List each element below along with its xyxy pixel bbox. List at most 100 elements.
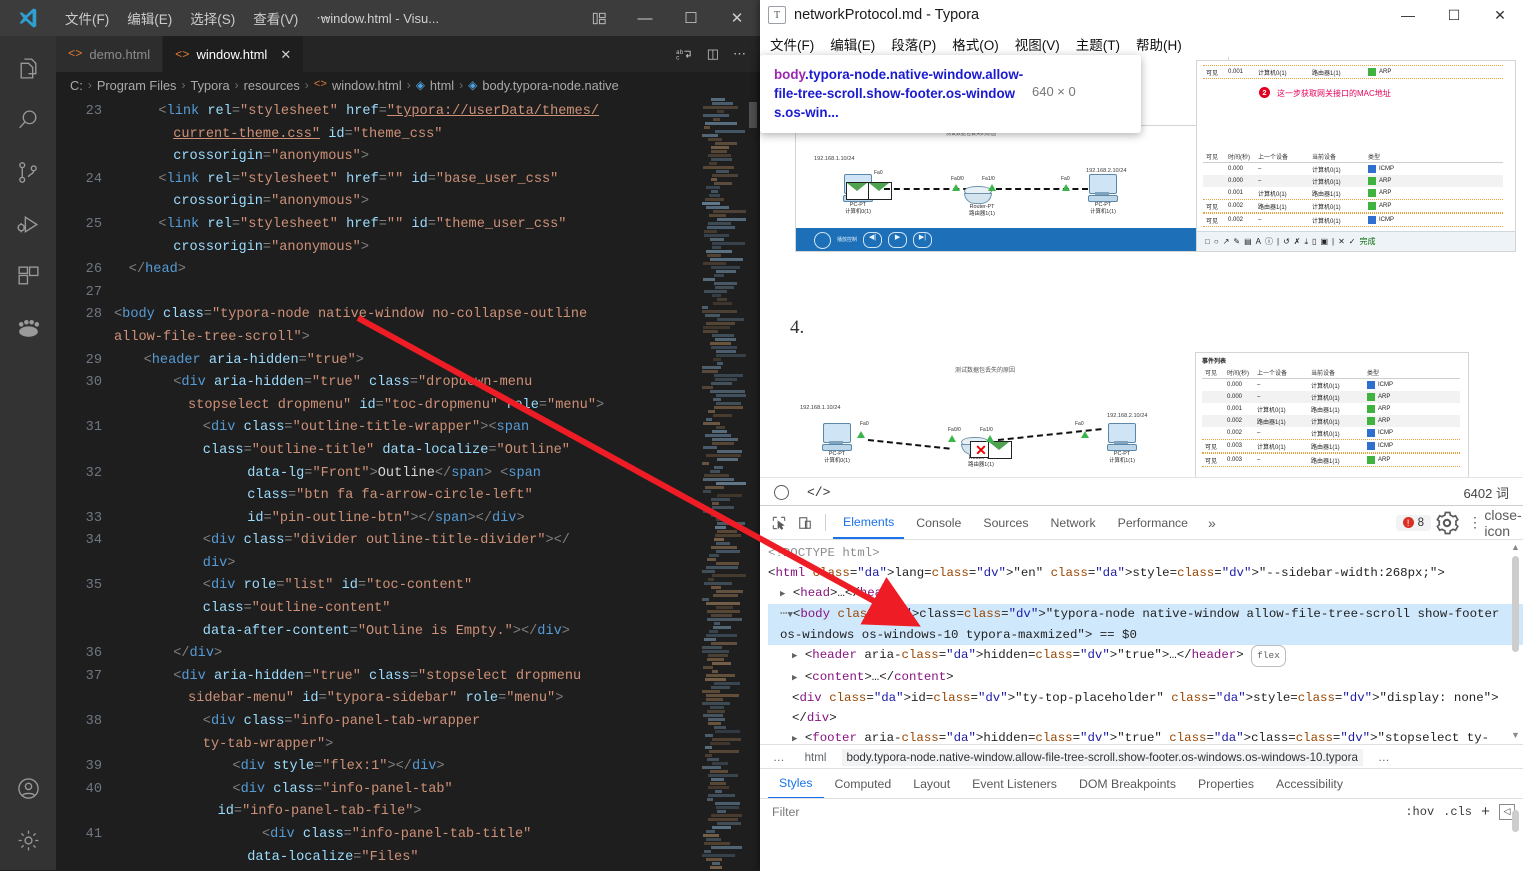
code-line[interactable]: </head>: [114, 259, 760, 282]
table-row[interactable]: 0.002 – 计算机0(1) ICMP: [1202, 427, 1460, 439]
code-line[interactable]: class="btn fa fa-arrow-circle-left": [114, 485, 760, 508]
scroll-down-icon[interactable]: ▼: [1510, 730, 1521, 740]
table-row[interactable]: 0.000 – 计算机0(1) ICMP: [1202, 379, 1460, 391]
scrollbar-thumb[interactable]: [1512, 810, 1519, 832]
table-row[interactable]: 0.002 路由器1(1) 计算机0(1) ARP: [1202, 415, 1460, 427]
tab-demo-html[interactable]: <> demo.html: [56, 36, 164, 72]
code-line[interactable]: <div aria-hidden="true" class="stopselec…: [114, 666, 760, 689]
typora-close-button[interactable]: ✕: [1477, 0, 1523, 30]
table-row[interactable]: 可见 0.002 – 计算机0(1) ICMP: [1203, 213, 1503, 227]
close-icon[interactable]: ✕: [280, 47, 291, 63]
code-line[interactable]: data-lg="Front">Outline</span> <span: [114, 463, 760, 486]
tab-sources[interactable]: Sources: [973, 506, 1038, 539]
code-line[interactable]: <body class="typora-node native-window n…: [114, 304, 760, 327]
code-line[interactable]: <div class="info-panel-tab-title": [114, 824, 760, 847]
tab-styles[interactable]: Styles: [768, 769, 824, 799]
code-line[interactable]: <header aria-hidden="true">: [114, 350, 760, 373]
editor-minimap[interactable]: [702, 98, 746, 870]
tab-accessibility[interactable]: Accessibility: [1265, 769, 1354, 799]
code-line[interactable]: <div role="list" id="toc-content": [114, 575, 760, 598]
dom-tree[interactable]: <!DOCTYPE html> <html class="da">lang=cla…: [760, 539, 1523, 748]
expand-triangle-icon[interactable]: ▶: [792, 734, 797, 744]
dom-node[interactable]: ▶ <header aria-class="da">hidden=class="…: [768, 645, 1523, 667]
code-line[interactable]: <div class="outline-title-wrapper"><span: [114, 417, 760, 440]
tab-performance[interactable]: Performance: [1108, 506, 1198, 539]
vscode-maximize-button[interactable]: ☐: [668, 0, 714, 36]
run-debug-icon[interactable]: [0, 198, 56, 250]
new-style-rule-button[interactable]: +: [1481, 804, 1490, 821]
scrollbar-thumb[interactable]: [1512, 556, 1519, 652]
typora-menu-paragraph[interactable]: 段落(P): [891, 34, 936, 54]
cls-toggle[interactable]: .cls: [1443, 805, 1472, 819]
code-line[interactable]: class="outline-content": [114, 598, 760, 621]
device-toolbar-icon[interactable]: [792, 510, 818, 536]
breadcrumb-item-typora[interactable]: Typora: [190, 78, 229, 93]
remote-explorer-icon[interactable]: [0, 302, 56, 354]
code-line[interactable]: current-theme.css" id="theme_css": [114, 124, 760, 147]
dom-node[interactable]: ▶ <head>…</head>: [768, 583, 1523, 604]
dom-node[interactable]: <div class="da">id=class="dv">"ty-top-pl…: [768, 688, 1523, 728]
typora-menu-help[interactable]: 帮助(H): [1136, 34, 1182, 54]
code-line[interactable]: <link rel="stylesheet" href="" id="base_…: [114, 169, 760, 192]
code-line[interactable]: <div style="flex:1"></div>: [114, 756, 760, 779]
inspect-element-icon[interactable]: [766, 510, 792, 536]
editor-code-content[interactable]: <link rel="stylesheet" href="typora://us…: [112, 98, 760, 870]
code-line[interactable]: stopselect dropmenu" id="toc-dropmenu" r…: [114, 395, 760, 418]
typora-minimize-button[interactable]: —: [1385, 0, 1431, 30]
settings-gear-icon[interactable]: [0, 814, 56, 866]
tab-window-html[interactable]: <> window.html ✕: [163, 36, 305, 72]
code-line[interactable]: ty-tab-wrapper">: [114, 734, 760, 757]
more-tabs-icon[interactable]: »: [1200, 515, 1224, 531]
code-line[interactable]: <link rel="stylesheet" href="" id="theme…: [114, 214, 760, 237]
code-line[interactable]: <link rel="stylesheet" href="typora://us…: [114, 101, 760, 124]
search-icon[interactable]: [0, 94, 56, 146]
expand-triangle-icon[interactable]: ▶: [780, 589, 785, 599]
gear-icon[interactable]: [1435, 511, 1459, 535]
code-editor[interactable]: 23 24 25 26 27 28 29 30 31 32 33 34 35 36 37 38 39 40 41 <…: [56, 98, 760, 870]
vscode-close-button[interactable]: ✕: [714, 0, 760, 36]
code-line[interactable]: sidebar-menu" id="typora-sidebar" role="…: [114, 688, 760, 711]
table-row[interactable]: 可见 0.002 路由器1(1) 计算机0(1) ARP: [1203, 199, 1503, 213]
table-row[interactable]: 0.000 – 计算机0(1) ARP: [1202, 391, 1460, 403]
collapse-triangle-icon[interactable]: ▼: [787, 610, 792, 620]
account-icon[interactable]: [0, 762, 56, 814]
code-line[interactable]: data-localize="Files": [114, 847, 760, 870]
code-line[interactable]: <div class="divider outline-title-divide…: [114, 530, 760, 553]
code-line[interactable]: div>: [114, 553, 760, 576]
dom-node[interactable]: <html class="da">lang=class="dv">"en" cl…: [768, 563, 1523, 583]
code-line[interactable]: allow-file-tree-scroll">: [114, 327, 760, 350]
close-icon[interactable]: close-icon: [1484, 507, 1521, 539]
dom-tree-scrollbar[interactable]: ▲ ▼: [1510, 542, 1521, 740]
code-line[interactable]: <div class="info-panel-tab": [114, 779, 760, 802]
tab-layout[interactable]: Layout: [902, 769, 961, 799]
vscode-menu-more[interactable]: ⋯: [307, 7, 339, 29]
hov-toggle[interactable]: :hov: [1405, 805, 1434, 819]
more-actions-icon[interactable]: ⋯: [733, 46, 746, 62]
breadcrumb-item-program-files[interactable]: Program Files: [97, 78, 177, 93]
code-line[interactable]: crossorigin="anonymous">: [114, 191, 760, 214]
typora-menu-format[interactable]: 格式(O): [952, 34, 999, 54]
typora-menu-edit[interactable]: 编辑(E): [830, 34, 875, 54]
table-row[interactable]: 可见 0.003 – 路由器1(1) ARP: [1202, 453, 1460, 467]
breadcrumb-overflow-right[interactable]: …: [1373, 749, 1395, 766]
expand-triangle-icon[interactable]: ▶: [792, 651, 797, 661]
tab-console[interactable]: Console: [906, 506, 971, 539]
expand-triangle-icon[interactable]: ▶: [792, 673, 797, 683]
typora-maximize-button[interactable]: ☐: [1431, 0, 1477, 30]
code-line[interactable]: data-after-content="Outline is Empty."><…: [114, 621, 760, 644]
tab-computed[interactable]: Computed: [824, 769, 903, 799]
tab-network[interactable]: Network: [1041, 506, 1106, 539]
breadcrumb-html[interactable]: html: [800, 749, 832, 766]
typora-menu-view[interactable]: 视图(V): [1015, 34, 1060, 54]
vscode-menu-file[interactable]: 文件(F): [56, 5, 118, 31]
table-row[interactable]: 可见 0.001 计算机0(1) 路由器1(1) ARP: [1203, 65, 1503, 79]
table-row[interactable]: 0.001 计算机0(1) 路由器1(1) ARP: [1202, 403, 1460, 415]
tab-properties[interactable]: Properties: [1187, 769, 1265, 799]
vscode-menu-edit[interactable]: 编辑(E): [118, 5, 181, 31]
code-line[interactable]: <div class="info-panel-tab-wrapper: [114, 711, 760, 734]
table-row[interactable]: 0.000 – 计算机0(1) ICMP: [1203, 163, 1503, 175]
scroll-up-icon[interactable]: ▲: [1510, 542, 1521, 552]
breadcrumb-item-body[interactable]: body.typora-node.native: [482, 78, 618, 93]
explorer-icon[interactable]: [0, 42, 56, 94]
source-control-icon[interactable]: [0, 146, 56, 198]
